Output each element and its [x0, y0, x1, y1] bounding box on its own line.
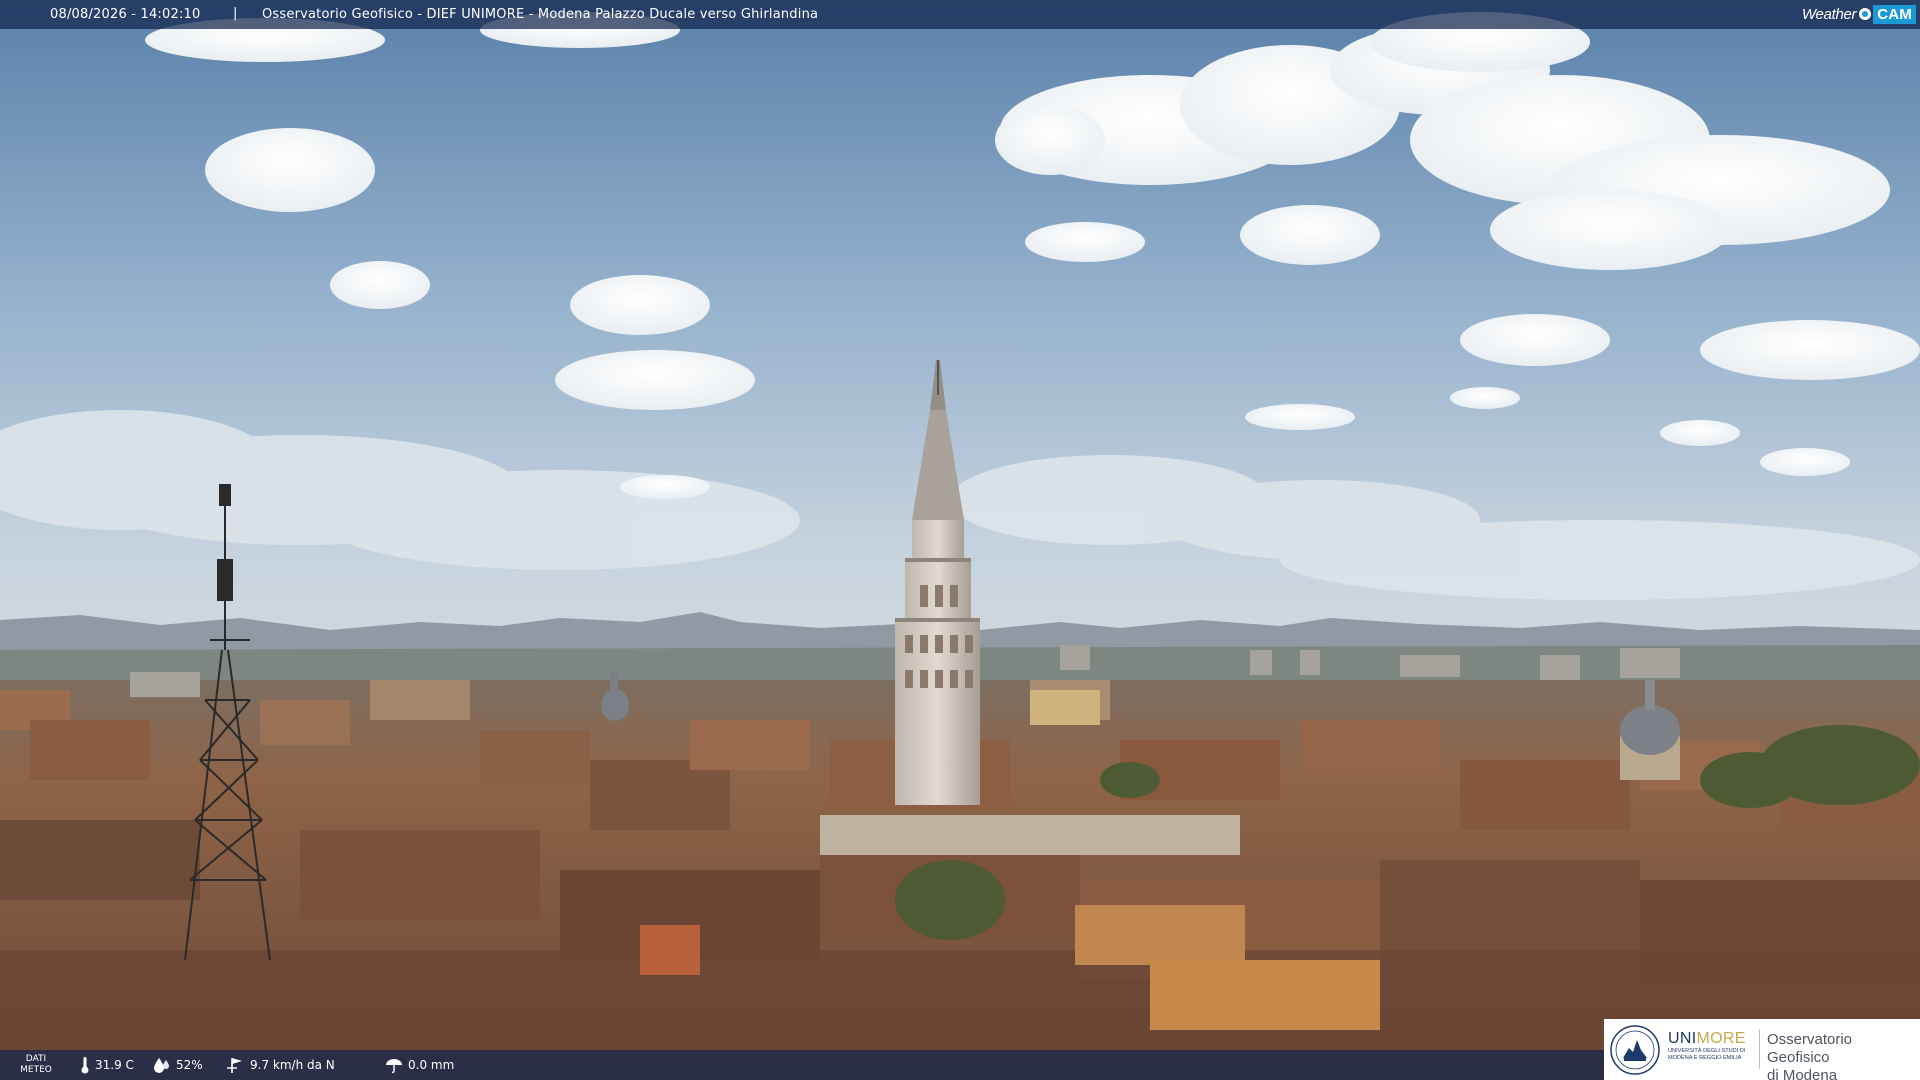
camera-lens-icon [1859, 8, 1872, 20]
observatory-name-line1: Osservatorio Geofisico [1767, 1031, 1853, 1066]
university-seal-icon [1610, 1025, 1660, 1075]
weathercam-logo-weather: Weather [1801, 5, 1857, 23]
webcam-view: 08/08/2026 - 14:02:10 | Osservatorio Geo… [0, 0, 1920, 1080]
rain-reading: 0.0 mm [385, 1050, 454, 1080]
university-name-prefix: UNI [1668, 1030, 1697, 1047]
university-subtitle: Università degli studi di Modena e Reggi… [1668, 1048, 1746, 1061]
humidity-value: 52% [176, 1058, 203, 1072]
humidity-reading: 52% [153, 1050, 203, 1080]
wind-reading: 9.7 km/h da N [225, 1050, 335, 1080]
camera-title: Osservatorio Geofisico - DIEF UNIMORE - … [262, 7, 819, 22]
rain-icon [386, 1059, 402, 1073]
city-panorama [0, 0, 1920, 1080]
observatory-name-line2: di Modena [1767, 1067, 1838, 1080]
timestamp: 08/08/2026 - 14:02:10 [50, 7, 201, 22]
logo-divider [1759, 1029, 1760, 1069]
droplet-icon [154, 1058, 169, 1073]
weather-data-bar: DATI METEO 31.9 C 52% 9.7 km/h da N 0.0 … [0, 1050, 1604, 1080]
weather-label-line2: METEO [20, 1065, 52, 1075]
temperature-reading: 31.9 C [80, 1050, 134, 1080]
weather-label-line1: DATI [25, 1054, 47, 1064]
thermometer-icon [81, 1057, 89, 1074]
observatory-logo: UNIMORE Università degli studi di Modena… [1604, 1019, 1920, 1080]
camera-info-bar: 08/08/2026 - 14:02:10 | Osservatorio Geo… [0, 0, 1920, 29]
weather-data-label: DATI METEO [20, 1054, 52, 1076]
temperature-value: 31.9 C [95, 1058, 134, 1072]
weathercam-logo-cam: CAM [1873, 4, 1916, 24]
university-name: UNIMORE [1668, 1030, 1746, 1048]
rain-value: 0.0 mm [408, 1058, 455, 1072]
observatory-name: Osservatorio Geofisico di Modena [1767, 1031, 1917, 1080]
wind-value: 9.7 km/h da N [250, 1058, 335, 1072]
university-name-suffix: MORE [1696, 1030, 1746, 1047]
separator: | [233, 6, 238, 21]
wind-icon [227, 1058, 242, 1073]
weathercam-logo: Weather CAM [1802, 3, 1916, 25]
